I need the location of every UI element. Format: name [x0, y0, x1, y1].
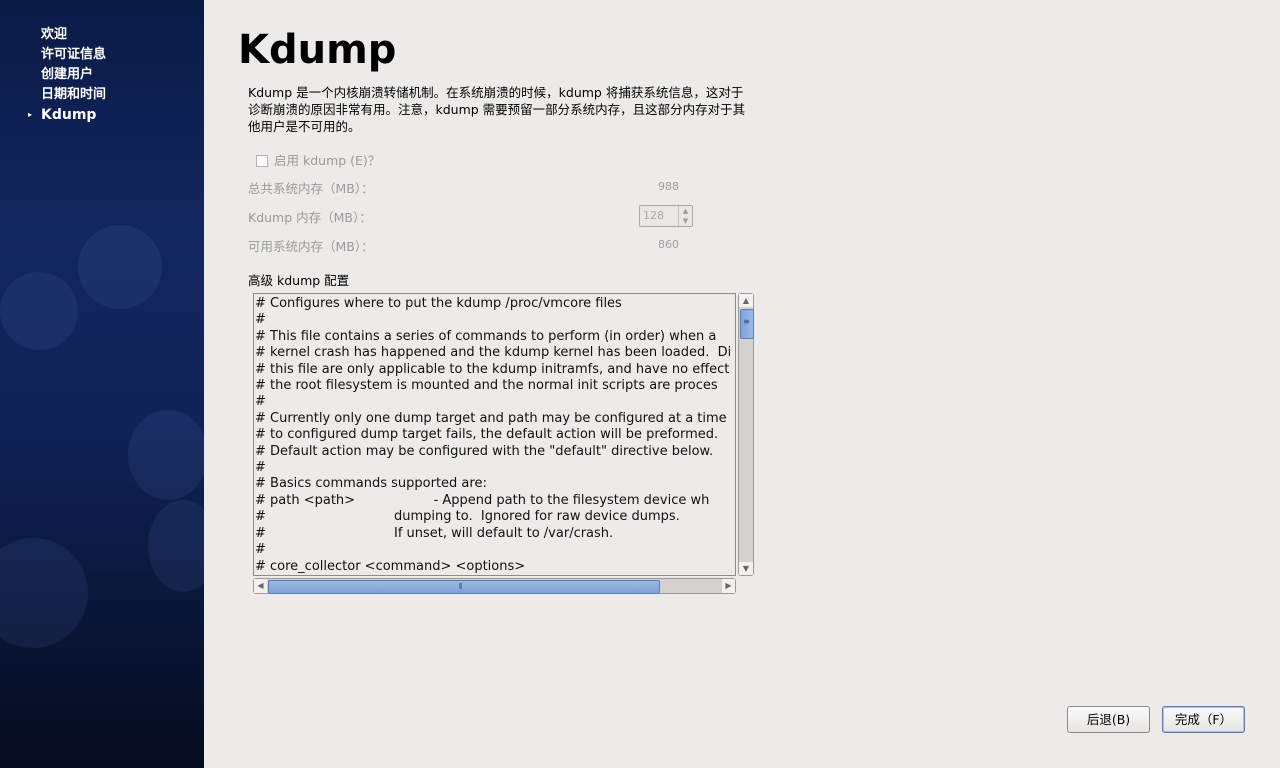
decor-bubble — [78, 225, 162, 309]
scroll-left-icon[interactable]: ◀ — [254, 579, 267, 593]
decor-bubble — [148, 500, 204, 592]
back-button[interactable]: 后退(B) — [1067, 706, 1150, 733]
sidebar-item-date-time: 日期和时间 — [41, 87, 107, 102]
grip-icon: ⦀ — [459, 582, 463, 591]
kdump-memory-spinbox[interactable]: 128 ▲ ▼ — [639, 205, 693, 227]
current-step-arrow-icon: ▸ — [28, 110, 33, 119]
sidebar-item-license: 许可证信息 — [41, 47, 107, 62]
sidebar-item-label: Kdump — [41, 107, 97, 123]
scroll-up-icon[interactable]: ▲ — [739, 294, 753, 307]
sidebar-nav: 欢迎 许可证信息 创建用户 日期和时间 ▸ Kdump — [28, 25, 107, 125]
enable-kdump-row[interactable]: 启用 kdump (E)？ — [256, 150, 456, 168]
usable-memory-value: 860 — [658, 238, 679, 251]
sidebar: 欢迎 许可证信息 创建用户 日期和时间 ▸ Kdump — [0, 0, 204, 768]
enable-kdump-label: 启用 kdump (E)？ — [274, 153, 381, 168]
config-text[interactable]: # Configures where to put the kdump /pro… — [254, 294, 735, 575]
kdump-memory-value[interactable]: 128 — [643, 209, 664, 222]
sidebar-item-kdump: ▸ Kdump — [28, 105, 106, 125]
usable-memory-label: 可用系统内存（MB）： — [248, 239, 374, 254]
grip-icon: ≡ — [743, 317, 750, 326]
horizontal-scroll-thumb[interactable]: ⦀ — [268, 580, 660, 594]
spin-down-icon[interactable]: ▼ — [679, 216, 692, 226]
spin-up-icon[interactable]: ▲ — [679, 206, 692, 216]
sidebar-item-welcome: 欢迎 — [41, 27, 68, 42]
finish-button[interactable]: 完成（F） — [1162, 706, 1245, 733]
main-panel: Kdump Kdump 是一个内核崩溃转储机制。在系统崩溃的时候，kdump 将… — [204, 0, 1280, 768]
total-memory-label: 总共系统内存（MB）： — [248, 181, 374, 196]
total-memory-value: 988 — [658, 180, 679, 193]
scroll-right-icon[interactable]: ▶ — [722, 579, 735, 593]
kdump-memory-label: Kdump 内存（MB）： — [248, 210, 372, 225]
description-text: Kdump 是一个内核崩溃转储机制。在系统崩溃的时候，kdump 将捕获系统信息… — [248, 85, 746, 134]
decor-bubble — [0, 538, 88, 648]
decor-bubble — [0, 272, 78, 350]
vertical-scroll-thumb[interactable]: ≡ — [740, 309, 754, 339]
config-textarea[interactable]: # Configures where to put the kdump /pro… — [253, 293, 736, 576]
scroll-down-icon[interactable]: ▼ — [739, 562, 753, 575]
spin-buttons: ▲ ▼ — [678, 206, 692, 226]
vertical-scrollbar[interactable]: ▲ ≡ ▼ — [738, 293, 754, 576]
decor-bubble — [128, 410, 204, 500]
sidebar-item-create-user: 创建用户 — [41, 67, 94, 82]
advanced-config-label: 高级 kdump 配置 — [248, 273, 350, 288]
horizontal-scrollbar[interactable]: ◀ ⦀ ▶ — [253, 578, 736, 594]
enable-kdump-checkbox[interactable] — [256, 154, 268, 167]
page-title: Kdump — [238, 27, 397, 73]
